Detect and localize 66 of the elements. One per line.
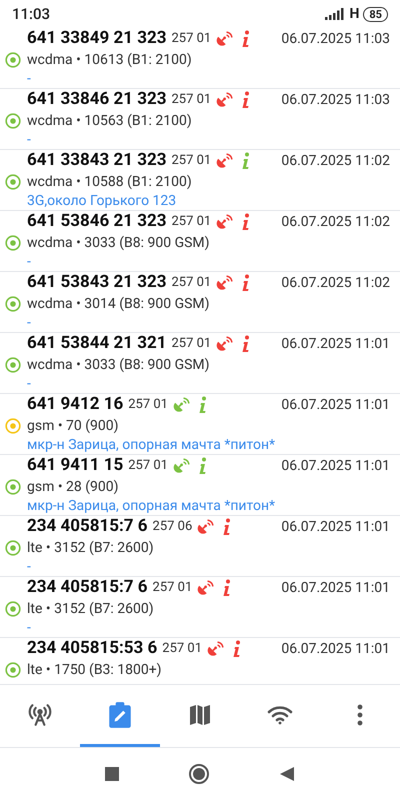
- cell-id: 234 405815:53 6: [27, 637, 158, 660]
- technology-info: wcdma • 3014 (B8: 900 GSM): [27, 294, 210, 314]
- network-code: 257 01: [128, 396, 168, 414]
- clock: 11:03: [12, 4, 50, 25]
- back-icon: [279, 766, 295, 782]
- network-code: 257 01: [128, 457, 168, 476]
- timestamp: 06.07.2025 11:01: [281, 578, 390, 598]
- location-note: -: [27, 618, 31, 638]
- technology-info: wcdma • 10588 (B1: 2100): [27, 172, 192, 192]
- technology-info: wcdma • 10613 (B1: 2100): [27, 50, 192, 70]
- wifi-icon: [267, 704, 293, 724]
- technology-info: wcdma • 3033 (B8: 900 GSM): [27, 356, 210, 374]
- network-code: 257 01: [162, 640, 202, 658]
- cell-id: 641 9411 15: [27, 454, 124, 478]
- technology-info: wcdma • 10563 (B1: 2100): [27, 112, 192, 130]
- location-note: -: [27, 314, 31, 332]
- network-type: H: [349, 4, 360, 24]
- timestamp: 06.07.2025 11:01: [281, 640, 390, 658]
- cell-id: 641 53846 21 323: [27, 210, 166, 234]
- technology-info: wcdma • 3033 (B8: 900 GSM): [27, 234, 210, 252]
- technology-info: gsm • 28 (900): [27, 478, 119, 496]
- timestamp: 06.07.2025 11:02: [281, 274, 390, 292]
- location-note: -: [27, 374, 31, 394]
- network-code: 257 01: [171, 335, 212, 354]
- battery-indicator: 85: [363, 6, 388, 22]
- network-code: 257 01: [171, 152, 212, 170]
- cell-id: 234 405815:7 6: [27, 515, 148, 538]
- antenna-icon: [27, 702, 53, 728]
- location-note: -: [27, 70, 31, 88]
- technology-info: lte • 1750 (B3: 1800+): [27, 660, 162, 680]
- location-note: -: [27, 252, 31, 272]
- cell-id: 641 33846 21 323: [27, 88, 166, 112]
- cell-id: 641 9412 16: [27, 393, 124, 416]
- home-button[interactable]: [189, 764, 209, 784]
- location-note: -: [27, 558, 31, 576]
- more-options-icon: [357, 704, 363, 726]
- technology-info: lte • 3152 (B7: 2600): [27, 538, 154, 558]
- cell-id: 641 53844 21 321: [27, 332, 166, 356]
- timestamp: 06.07.2025 11:02: [281, 212, 390, 232]
- timestamp: 06.07.2025 11:01: [281, 518, 390, 536]
- location-note: мкр-н Зарица, опорная мачта *питон*: [27, 436, 276, 454]
- cell-id: 641 33849 21 323: [27, 28, 166, 50]
- cell-id: 234 405815:7 6: [27, 576, 148, 600]
- timestamp: 06.07.2025 11:01: [281, 456, 390, 476]
- technology-info: gsm • 70 (900): [27, 416, 119, 436]
- timestamp: 06.07.2025 11:03: [281, 30, 390, 48]
- network-code: 257 01: [171, 274, 212, 292]
- timestamp: 06.07.2025 11:01: [281, 334, 390, 354]
- cell-id: 641 53843 21 323: [27, 271, 166, 294]
- location-note: -: [27, 130, 31, 150]
- timestamp: 06.07.2025 11:03: [281, 90, 390, 110]
- map-icon: [188, 702, 212, 726]
- timestamp: 06.07.2025 11:01: [281, 396, 390, 414]
- network-code: 257 01: [171, 30, 212, 48]
- location-note: 3G,около Горького 123: [27, 192, 176, 210]
- signal-icon: [325, 8, 346, 20]
- back-button[interactable]: [279, 766, 295, 782]
- network-code: 257 01: [171, 213, 212, 232]
- clipboard-edit-icon: [107, 700, 133, 728]
- timestamp: 06.07.2025 11:02: [281, 152, 390, 170]
- cell-id: 641 33843 21 323: [27, 149, 166, 172]
- location-note: мкр-н Зарица, опорная мачта *питон*: [27, 496, 276, 516]
- network-code: 257 01: [171, 91, 212, 110]
- technology-info: lte • 3152 (B7: 2600): [27, 600, 154, 618]
- network-code: 257 01: [152, 579, 192, 598]
- network-code: 257 06: [152, 518, 192, 536]
